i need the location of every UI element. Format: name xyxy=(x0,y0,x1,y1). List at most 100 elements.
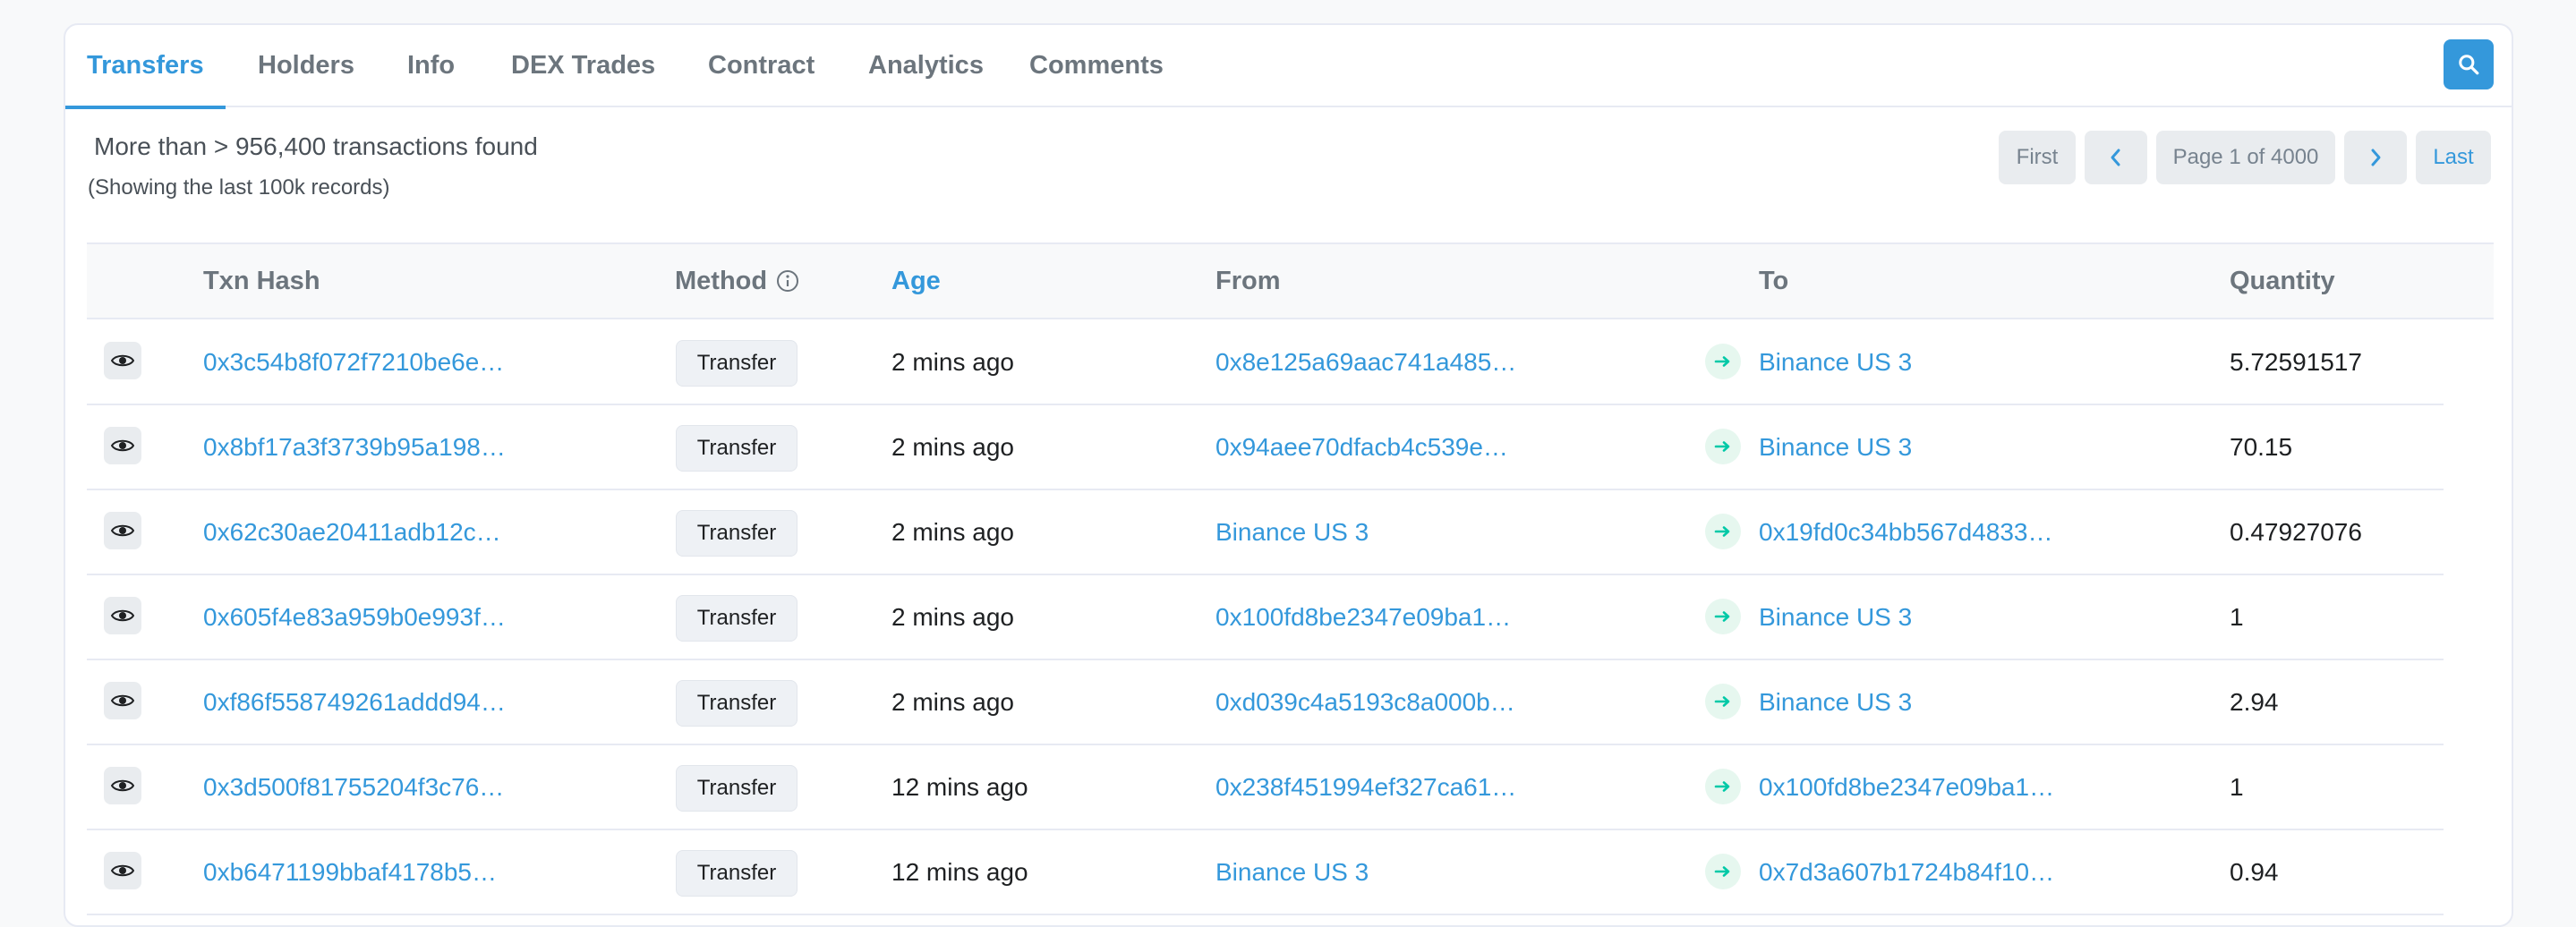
from-address-link[interactable]: 0x94aee70dfacb4c539e… xyxy=(1215,405,1508,489)
to-address-link[interactable]: Binance US 3 xyxy=(1759,405,1912,489)
arrow-right-icon xyxy=(1714,611,1730,622)
token-transfers-card: Transfers Holders Info DEX Trades Contra… xyxy=(64,23,2513,927)
age-value: 2 mins ago xyxy=(891,347,1014,376)
header-from: From xyxy=(1215,267,1281,295)
txn-hash-link[interactable]: 0x3c54b8f072f7210be6e… xyxy=(203,320,504,404)
direction-badge xyxy=(1705,854,1741,889)
view-details-button[interactable] xyxy=(104,342,141,379)
arrow-right-icon xyxy=(1714,356,1730,367)
from-address-link[interactable]: 0xd039c4a5193c8a000b… xyxy=(1215,660,1515,744)
search-icon xyxy=(2459,55,2479,75)
to-address-link[interactable]: Binance US 3 xyxy=(1759,575,1912,659)
txn-hash-link[interactable]: 0x62c30ae20411adb12c… xyxy=(203,490,501,574)
tab-holders[interactable]: Holders xyxy=(258,25,354,107)
method-badge: Transfer xyxy=(676,765,798,812)
table-row: 0x605f4e83a959b0e993f… Transfer 2 mins a… xyxy=(87,575,2444,660)
tab-bar: Transfers Holders Info DEX Trades Contra… xyxy=(65,25,2512,109)
records-note-text: (Showing the last 100k records) xyxy=(88,175,390,200)
to-address-link[interactable]: 0x7d3a607b1724b84f10… xyxy=(1759,830,2054,914)
from-address-link[interactable]: Binance US 3 xyxy=(1215,490,1369,574)
to-address-link[interactable]: Binance US 3 xyxy=(1759,320,1912,404)
from-address-link[interactable]: Binance US 3 xyxy=(1215,830,1369,914)
txn-hash-link[interactable]: 0xb6471199bbaf4178b5… xyxy=(203,830,497,914)
table-row: 0xb6471199bbaf4178b5… Transfer 12 mins a… xyxy=(87,830,2444,915)
from-address-link[interactable]: 0x100fd8be2347e09ba1… xyxy=(1215,575,1511,659)
txn-hash-link[interactable]: 0xf86f558749261addd94… xyxy=(203,660,506,744)
txn-hash-link[interactable]: 0x8bf17a3f3739b95a198… xyxy=(203,405,506,489)
method-badge: Transfer xyxy=(676,850,798,897)
pagination-next-button[interactable] xyxy=(2344,131,2407,184)
age-value: 12 mins ago xyxy=(891,857,1028,886)
tab-transfers[interactable]: Transfers xyxy=(65,25,226,109)
arrow-right-icon xyxy=(1714,441,1730,452)
pagination-first-button[interactable]: First xyxy=(1999,131,2076,184)
eye-icon xyxy=(111,864,134,877)
age-value: 2 mins ago xyxy=(891,432,1014,461)
age-value: 2 mins ago xyxy=(891,517,1014,546)
tab-dex-trades[interactable]: DEX Trades xyxy=(511,25,655,107)
method-badge: Transfer xyxy=(676,510,798,557)
eye-icon xyxy=(111,694,134,707)
to-address-link[interactable]: 0x19fd0c34bb567d4833… xyxy=(1759,490,2053,574)
header-method: Method xyxy=(675,244,799,318)
arrow-right-icon xyxy=(1714,526,1730,537)
tab-info[interactable]: Info xyxy=(407,25,455,107)
table-row: 0x3c54b8f072f7210be6e… Transfer 2 mins a… xyxy=(87,320,2444,405)
quantity-value: 70.15 xyxy=(2230,432,2293,461)
to-address-link[interactable]: Binance US 3 xyxy=(1759,660,1912,744)
pagination-prev-button[interactable] xyxy=(2085,131,2147,184)
header-to: To xyxy=(1759,267,1789,295)
view-details-button[interactable] xyxy=(104,852,141,889)
eye-icon xyxy=(111,354,134,367)
header-method-label: Method xyxy=(675,267,768,295)
header-age[interactable]: Age xyxy=(891,244,941,318)
table-row: 0x3d500f81755204f3c76… Transfer 12 mins … xyxy=(87,745,2444,830)
view-details-button[interactable] xyxy=(104,767,141,804)
direction-badge xyxy=(1705,769,1741,804)
arrow-right-icon xyxy=(1714,781,1730,792)
method-badge: Transfer xyxy=(676,680,798,727)
txn-hash-link[interactable]: 0x3d500f81755204f3c76… xyxy=(203,745,504,829)
from-address-link[interactable]: 0x238f451994ef327ca61… xyxy=(1215,745,1516,829)
info-icon[interactable] xyxy=(776,269,799,293)
txn-hash-link[interactable]: 0x605f4e83a959b0e993f… xyxy=(203,575,506,659)
header-quantity: Quantity xyxy=(2230,267,2335,295)
direction-badge xyxy=(1705,599,1741,634)
view-details-button[interactable] xyxy=(104,682,141,719)
search-button[interactable] xyxy=(2444,39,2494,89)
method-badge: Transfer xyxy=(676,340,798,387)
table-row: 0x8bf17a3f3739b95a198… Transfer 2 mins a… xyxy=(87,405,2444,490)
direction-badge xyxy=(1705,514,1741,549)
quantity-value: 0.47927076 xyxy=(2230,517,2362,546)
view-details-button[interactable] xyxy=(104,597,141,634)
view-details-button[interactable] xyxy=(104,427,141,464)
quantity-value: 1 xyxy=(2230,772,2244,801)
quantity-value: 5.72591517 xyxy=(2230,347,2362,376)
quantity-value: 0.94 xyxy=(2230,857,2279,886)
direction-badge xyxy=(1705,684,1741,719)
tab-comments[interactable]: Comments xyxy=(1029,25,1164,107)
to-address-link[interactable]: 0x100fd8be2347e09ba1… xyxy=(1759,745,2054,829)
chevron-right-icon xyxy=(2371,149,2381,166)
table-row: 0x62c30ae20411adb12c… Transfer 2 mins ag… xyxy=(87,490,2444,575)
method-badge: Transfer xyxy=(676,595,798,642)
arrow-right-icon xyxy=(1714,696,1730,707)
age-value: 2 mins ago xyxy=(891,602,1014,631)
eye-icon xyxy=(111,609,134,622)
from-address-link[interactable]: 0x8e125a69aac741a485… xyxy=(1215,320,1516,404)
pagination-last-button[interactable]: Last xyxy=(2416,131,2491,184)
method-badge: Transfer xyxy=(676,425,798,472)
table-header: Txn Hash Method Age From To Quantity xyxy=(87,242,2494,319)
transactions-found-text: More than > 956,400 transactions found xyxy=(94,132,538,160)
arrow-right-icon xyxy=(1714,866,1730,877)
quantity-value: 2.94 xyxy=(2230,687,2279,716)
age-value: 12 mins ago xyxy=(891,772,1028,801)
tab-contract[interactable]: Contract xyxy=(708,25,815,107)
pagination-page-indicator: Page 1 of 4000 xyxy=(2156,131,2335,184)
eye-icon xyxy=(111,439,134,452)
header-txn-hash: Txn Hash xyxy=(203,267,320,295)
view-details-button[interactable] xyxy=(104,512,141,549)
tab-analytics[interactable]: Analytics xyxy=(868,25,984,107)
direction-badge xyxy=(1705,429,1741,464)
table-row: 0xf86f558749261addd94… Transfer 2 mins a… xyxy=(87,660,2444,745)
